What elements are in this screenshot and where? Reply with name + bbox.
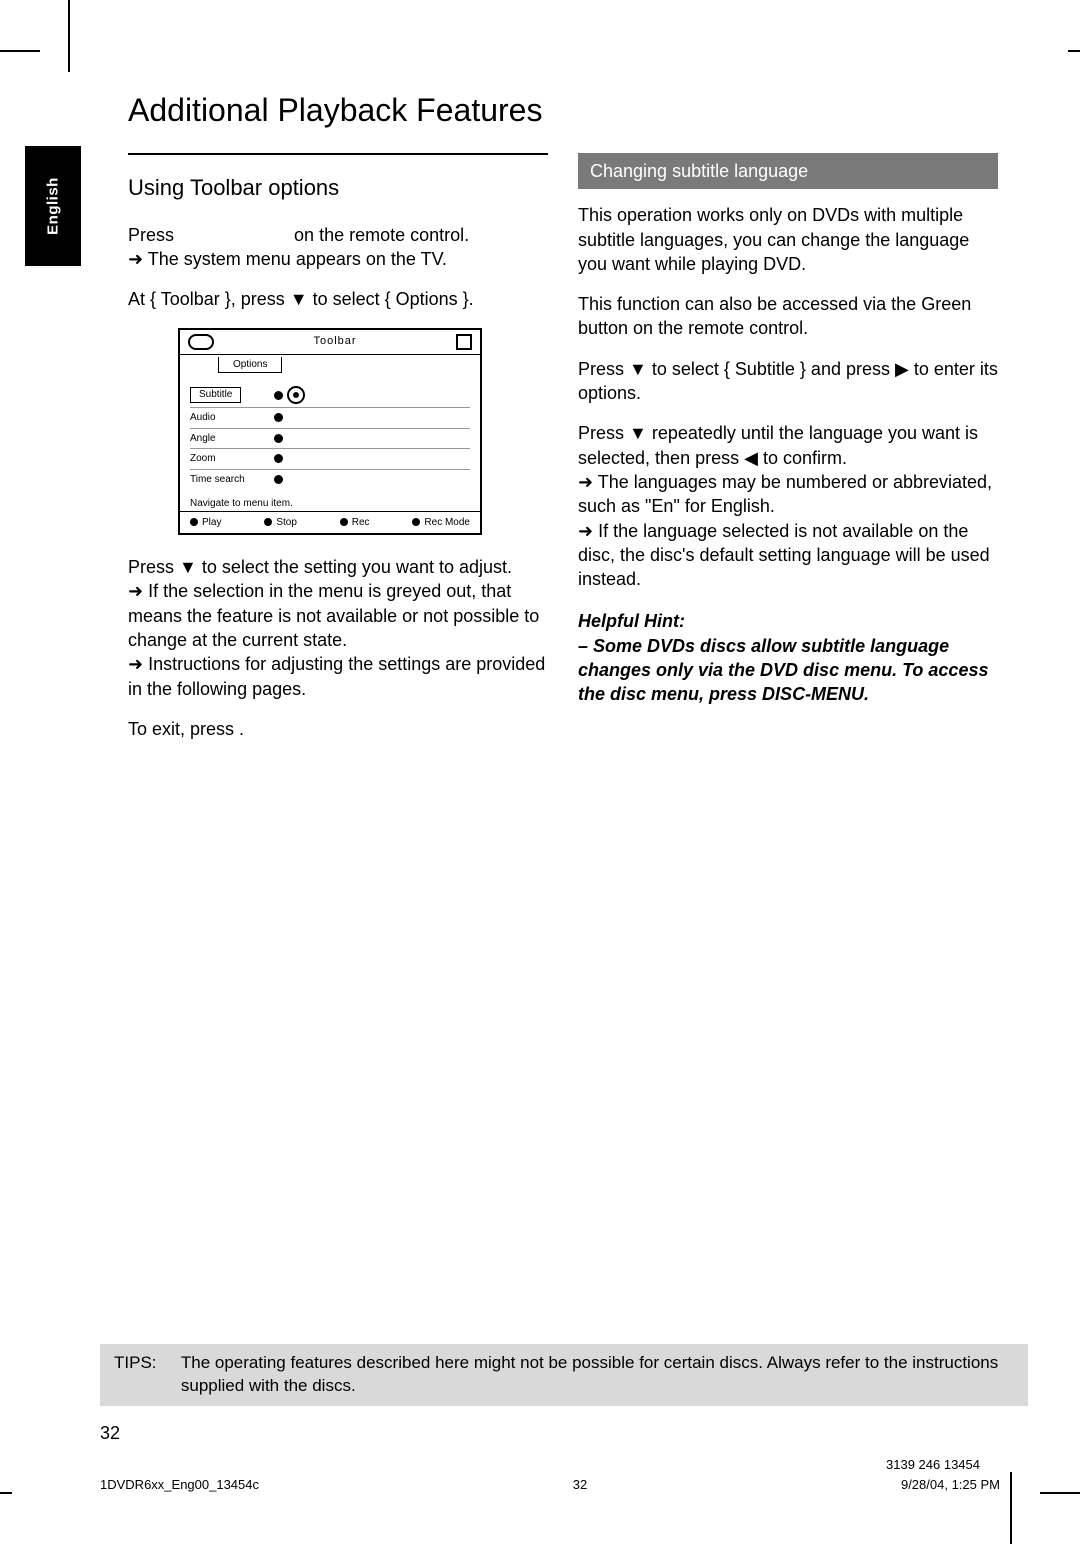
crop-mark	[1010, 1472, 1012, 1544]
step-3: Press ▼ to select the setting you want t…	[128, 555, 548, 701]
ring-dot-icon	[287, 386, 305, 404]
crop-mark	[1068, 50, 1080, 52]
right-p4: Press ▼ repeatedly until the language yo…	[578, 421, 998, 591]
footer-mid: 32	[573, 1477, 587, 1492]
tips-body: The operating features described here mi…	[181, 1352, 1014, 1398]
left-heading: Using Toolbar options	[128, 153, 548, 203]
hint-title: Helpful Hint:	[578, 609, 998, 633]
content-area: Additional Playback Features Using Toolb…	[128, 92, 998, 757]
crop-mark	[0, 1492, 12, 1494]
pill-icon	[188, 334, 214, 350]
left-column: Using Toolbar options Press on the remot…	[128, 153, 548, 757]
tips-label: TIPS:	[114, 1352, 181, 1398]
page-title: Additional Playback Features	[128, 92, 998, 129]
page-number: 32	[100, 1423, 120, 1444]
step-1: Press on the remote control. ➜ The syste…	[128, 223, 548, 272]
dot-icon	[340, 518, 348, 526]
right-p2: This function can also be accessed via t…	[578, 292, 998, 341]
dot-icon	[274, 475, 283, 484]
diagram-row: Time search	[190, 470, 470, 490]
dot-icon	[264, 518, 272, 526]
crop-mark	[68, 0, 70, 72]
crop-mark	[0, 50, 40, 52]
diagram-tabs: Options	[180, 355, 480, 378]
diagram-footer: Play Stop Rec Rec Mode	[180, 511, 480, 534]
right-p3: Press ▼ to select { Subtitle } and press…	[578, 357, 998, 406]
diagram-row: Subtitle	[190, 383, 470, 408]
right-column: Changing subtitle language This operatio…	[578, 153, 998, 757]
step-2: At { Toolbar }, press ▼ to select { Opti…	[128, 287, 548, 311]
dot-icon	[274, 454, 283, 463]
footer-left: 1DVDR6xx_Eng00_13454c	[100, 1477, 259, 1492]
language-tab: English	[25, 146, 81, 266]
diagram-header: Toolbar	[180, 330, 480, 355]
diagram-body: Subtitle Audio Angle	[180, 377, 480, 493]
dot-icon	[274, 413, 283, 422]
dot-icon	[274, 391, 283, 400]
page: English Additional Playback Features Usi…	[0, 0, 1080, 1544]
diagram-row: Audio	[190, 408, 470, 429]
language-tab-label: English	[45, 177, 62, 235]
hint-body: – Some DVDs discs allow subtitle languag…	[578, 634, 998, 707]
footer-right: 9/28/04, 1:25 PM	[901, 1477, 1000, 1492]
dot-icon	[190, 518, 198, 526]
diagram-row: Angle	[190, 429, 470, 450]
crop-mark	[1040, 1492, 1080, 1494]
tips-bar: TIPS: The operating features described h…	[100, 1344, 1028, 1406]
footer: 1DVDR6xx_Eng00_13454c 32 9/28/04, 1:25 P…	[100, 1477, 1000, 1492]
square-icon	[456, 334, 472, 350]
section-bar: Changing subtitle language	[578, 153, 998, 189]
dot-icon	[412, 518, 420, 526]
toolbar-diagram: Toolbar Options Subtitle Audio	[178, 328, 482, 536]
columns: Using Toolbar options Press on the remot…	[128, 153, 998, 757]
step-4: To exit, press .	[128, 717, 548, 741]
part-number: 3139 246 13454	[886, 1457, 980, 1472]
dot-icon	[274, 434, 283, 443]
diagram-row: Zoom	[190, 449, 470, 470]
diagram-hint: Navigate to menu item.	[180, 493, 480, 511]
right-p1: This operation works only on DVDs with m…	[578, 203, 998, 276]
